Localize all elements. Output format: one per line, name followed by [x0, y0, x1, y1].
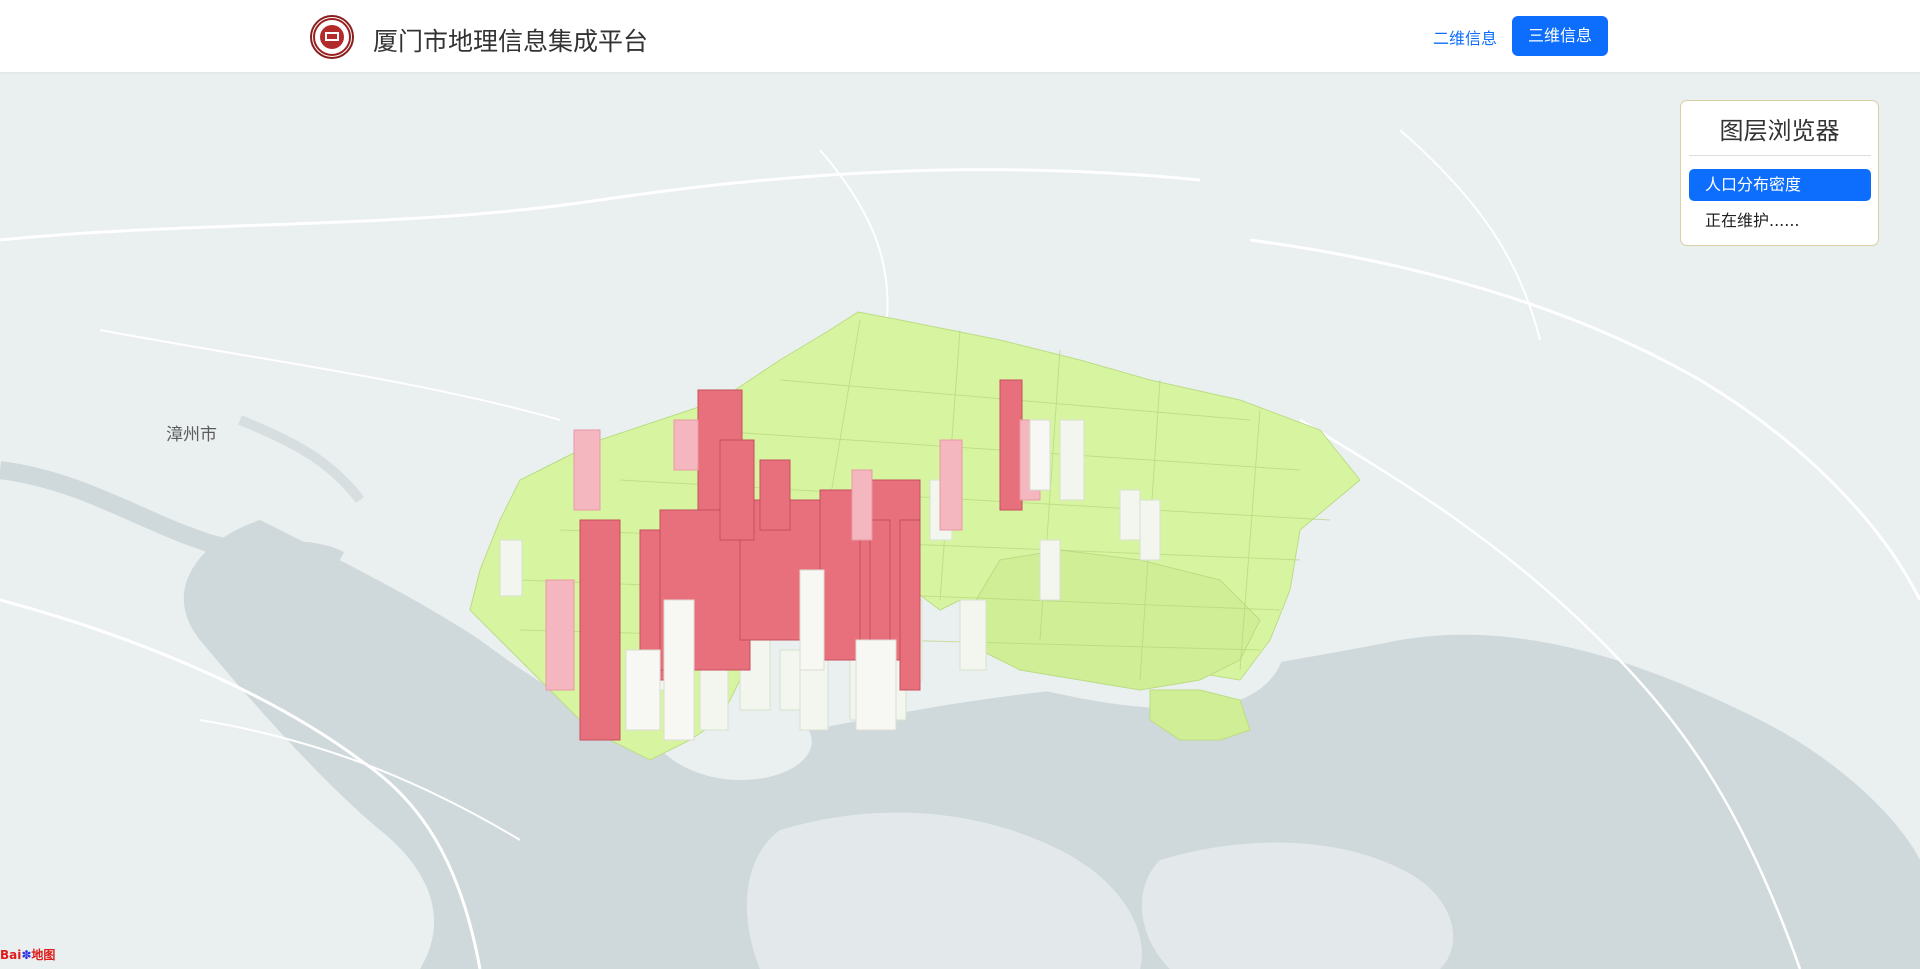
- layer-item-population-density[interactable]: 人口分布密度: [1689, 169, 1871, 201]
- layer-item-maintenance[interactable]: 正在维护......: [1689, 205, 1871, 237]
- estuary: [238, 415, 364, 504]
- layer-panel-title: 图层浏览器: [1719, 117, 1840, 145]
- top-navbar: 厦门市地理信息集成平台 二维信息 三维信息: [0, 0, 1920, 72]
- layer-panel-divider: [1689, 155, 1871, 156]
- baidu-logo-map-text: 地图: [31, 948, 56, 962]
- university-emblem-icon: [310, 15, 354, 59]
- river: [0, 461, 345, 569]
- road: [1249, 238, 1920, 601]
- map-canvas: [0, 129, 1920, 969]
- road: [99, 329, 561, 421]
- nav-3d-info-button[interactable]: 三维信息: [1512, 16, 1608, 56]
- map-view[interactable]: 漳州市: [0, 72, 1920, 969]
- road: [1399, 129, 1541, 341]
- nav-2d-info-link[interactable]: 二维信息: [1433, 25, 1497, 49]
- page-title: 厦门市地理信息集成平台: [373, 27, 649, 56]
- layer-browser-panel: 图层浏览器 人口分布密度 正在维护......: [1680, 100, 1879, 246]
- baidu-logo-text: Bai: [0, 948, 22, 962]
- baidu-paw-icon: ✽: [21, 948, 32, 962]
- road: [0, 168, 1201, 242]
- zhangzhou-city-label: 漳州市: [166, 425, 217, 445]
- baidu-map-logo[interactable]: Bai✽地图: [0, 946, 55, 963]
